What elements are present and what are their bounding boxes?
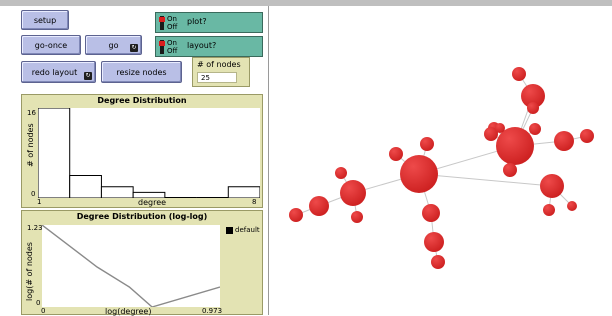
go-once-button[interactable]: go-once bbox=[21, 35, 81, 55]
network-node bbox=[424, 232, 444, 252]
monitor-label: # of nodes bbox=[197, 60, 241, 69]
plot-title: Degree Distribution bbox=[97, 96, 187, 105]
forever-icon: ↻ bbox=[130, 44, 138, 52]
resize-nodes-button[interactable]: resize nodes bbox=[101, 61, 182, 83]
histogram-bar bbox=[38, 108, 71, 198]
plot-switch-label: plot? bbox=[187, 17, 207, 26]
network-node bbox=[335, 167, 347, 179]
y-tick-max: 1.23 bbox=[27, 224, 43, 232]
interface-panel: setup go-once go ↻ On Off plot? On Off l… bbox=[0, 6, 269, 316]
netlogo-interface: setup go-once go ↻ On Off plot? On Off l… bbox=[0, 0, 612, 316]
x-tick-min: 0 bbox=[41, 307, 46, 315]
y-axis-label: # of nodes bbox=[26, 123, 35, 167]
go-button-label: go bbox=[108, 40, 119, 50]
switch-on-label: On bbox=[167, 15, 177, 23]
plot-legend: default bbox=[226, 226, 260, 234]
switch-knob bbox=[159, 41, 165, 46]
histogram-bar bbox=[69, 175, 102, 198]
forever-icon: ↻ bbox=[84, 72, 92, 80]
switch-knob bbox=[159, 17, 165, 22]
switch-off-label: Off bbox=[167, 47, 178, 55]
setup-button[interactable]: setup bbox=[21, 10, 69, 30]
network-node bbox=[309, 196, 329, 216]
network-node bbox=[540, 174, 564, 198]
network-node bbox=[527, 102, 539, 114]
network-edge bbox=[418, 173, 553, 187]
network-node bbox=[495, 123, 505, 133]
histogram-bar bbox=[132, 191, 166, 198]
layout-switch-label: layout? bbox=[187, 41, 217, 50]
log-log-chart bbox=[42, 225, 220, 307]
legend-swatch bbox=[226, 226, 233, 234]
network-node bbox=[503, 163, 517, 177]
redo-layout-button-label: redo layout bbox=[31, 67, 78, 77]
x-tick-min: 1 bbox=[37, 198, 42, 206]
y-tick-min: 0 bbox=[31, 190, 36, 198]
y-tick-max: 16 bbox=[27, 109, 36, 117]
network-node bbox=[529, 123, 541, 135]
network-node bbox=[389, 147, 403, 161]
x-tick-max: 8 bbox=[252, 198, 257, 206]
x-tick-max: 0.973 bbox=[202, 307, 223, 315]
y-axis-label: log(# of nodes bbox=[25, 242, 34, 301]
switch-on-label: On bbox=[167, 39, 177, 47]
network-node bbox=[554, 131, 574, 151]
layout-switch[interactable]: On Off layout? bbox=[155, 36, 263, 57]
log-log-plot: Degree Distribution (log-log) log(# of n… bbox=[21, 210, 263, 316]
go-once-button-label: go-once bbox=[34, 40, 68, 50]
redo-layout-button[interactable]: redo layout ↻ bbox=[21, 61, 96, 83]
histogram-bar bbox=[100, 186, 134, 198]
nodes-count-monitor: # of nodes 25 bbox=[192, 57, 250, 87]
network-node bbox=[289, 208, 303, 222]
x-axis-label: degree bbox=[138, 198, 167, 207]
network-node bbox=[543, 204, 555, 216]
network-node bbox=[512, 67, 526, 81]
network-node bbox=[567, 201, 577, 211]
resize-nodes-button-label: resize nodes bbox=[116, 67, 167, 77]
legend-label: default bbox=[235, 226, 260, 234]
network-node bbox=[340, 180, 366, 206]
network-graph bbox=[289, 67, 594, 269]
network-node bbox=[422, 204, 440, 222]
degree-histogram bbox=[38, 108, 260, 198]
network-node bbox=[400, 155, 438, 193]
network-node bbox=[431, 255, 445, 269]
network-node bbox=[580, 129, 594, 143]
plot-title: Degree Distribution (log-log) bbox=[76, 212, 208, 221]
world-view[interactable] bbox=[269, 6, 612, 315]
network-node bbox=[420, 137, 434, 151]
y-tick-min: 0 bbox=[36, 299, 41, 307]
network-node bbox=[351, 211, 363, 223]
go-button[interactable]: go ↻ bbox=[85, 35, 142, 55]
monitor-value: 25 bbox=[197, 72, 237, 83]
histogram-bar bbox=[227, 186, 260, 198]
plot-switch[interactable]: On Off plot? bbox=[155, 12, 263, 33]
setup-button-label: setup bbox=[33, 15, 57, 25]
degree-distribution-plot: Degree Distribution # of nodes 16 0 1 8 … bbox=[21, 94, 263, 208]
switch-off-label: Off bbox=[167, 23, 178, 31]
